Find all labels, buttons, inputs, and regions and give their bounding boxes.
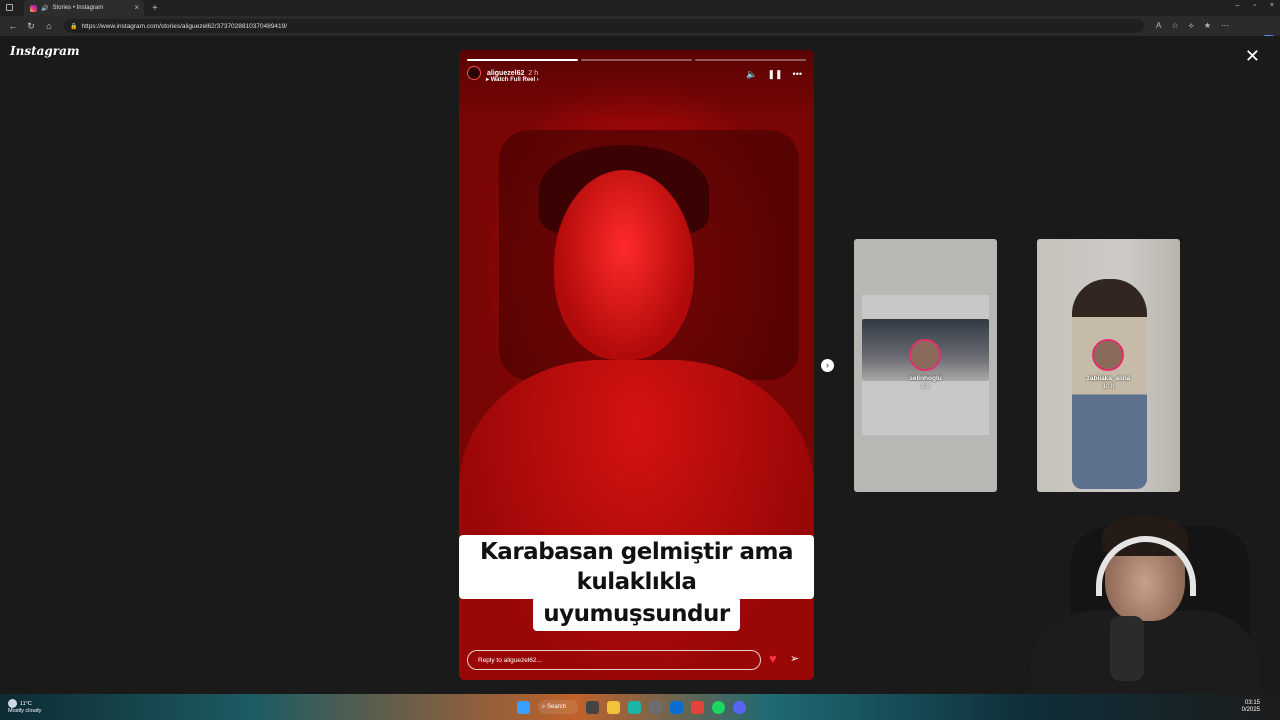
instagram-logo[interactable]: Instagram [10, 44, 80, 58]
tab-title: Stories • Instagram [52, 5, 104, 11]
url-text: https://www.instagram.com/stories/aligue… [81, 22, 288, 30]
read-aloud-icon[interactable]: A [1156, 21, 1161, 31]
speaker-icon[interactable]: 🔊 [41, 5, 48, 12]
more-options-icon[interactable]: ••• [793, 69, 802, 80]
watch-full-reel-link[interactable]: ▸ Watch Full Reel › [486, 76, 539, 83]
discord-icon[interactable] [733, 700, 746, 714]
maximize-button[interactable]: ▫ [1253, 2, 1255, 9]
back-icon[interactable]: ← [8, 21, 18, 31]
taskbar-search[interactable]: ⌕ Search [538, 700, 578, 714]
browser-actions: A ☆ ⟡ ★ ⋯ [1156, 21, 1229, 31]
chrome-icon[interactable] [691, 700, 704, 714]
spotify-icon[interactable] [712, 700, 725, 714]
weather-temp: 11°C [20, 700, 32, 707]
pause-icon[interactable]: ❚❚ [767, 69, 782, 80]
preview-time: 10 h [1102, 384, 1115, 390]
store-icon[interactable] [649, 700, 662, 714]
microphone-icon [1110, 616, 1144, 681]
minimize-button[interactable]: – [1236, 2, 1240, 9]
task-view-icon[interactable] [586, 700, 599, 714]
window-menu-icon[interactable] [6, 4, 13, 11]
story-progress [467, 59, 806, 61]
story-preview-2[interactable]: zabiiaka_alina 10 h [1037, 239, 1180, 492]
refresh-icon[interactable]: ↻ [26, 21, 36, 32]
story-preview-1[interactable]: selinhoglu 8 h [854, 239, 997, 492]
progress-segment [467, 59, 578, 61]
preview-username: zabiiaka_alina [1086, 375, 1131, 382]
url-input[interactable]: 🔒 https://www.instagram.com/stories/alig… [64, 19, 1144, 33]
edge-icon[interactable] [628, 700, 641, 714]
webcam-overlay [1010, 506, 1265, 696]
reply-input[interactable]: Reply to aliguezel62... [467, 650, 761, 670]
progress-fill [467, 59, 578, 61]
tab-stories-instagram[interactable]: 🔊 Stories • Instagram × [24, 0, 144, 16]
extensions-icon[interactable]: ⟡ [1189, 21, 1194, 31]
clock-time: 03:15 [1244, 700, 1260, 706]
file-explorer-icon[interactable] [607, 700, 620, 714]
avatar [909, 339, 941, 371]
cloud-icon [8, 699, 17, 708]
story-controls: 🔈 ❚❚ ••• [746, 69, 802, 80]
search-label: Search [547, 704, 567, 710]
caption-line-2: uyumuşsundur [533, 597, 740, 631]
avatar [1092, 339, 1124, 371]
story-image-face [554, 170, 694, 360]
taskbar-clock[interactable]: 03:15 0/2025 [1242, 700, 1260, 714]
close-window-button[interactable]: × [1270, 2, 1274, 9]
more-menu-icon[interactable]: ⋯ [1221, 21, 1229, 31]
story-viewer[interactable]: aliguezel62 2 h ▸ Watch Full Reel › 🔈 ❚❚… [459, 50, 814, 680]
address-bar-row: ← ↻ ⌂ 🔒 https://www.instagram.com/storie… [0, 16, 1280, 47]
story-caption: Karabasan gelmiştir ama kulaklıkla uyumu… [459, 535, 814, 631]
preview-time: 8 h [921, 384, 930, 390]
tab-close-icon[interactable]: × [134, 3, 139, 12]
favorite-star-icon[interactable]: ☆ [1171, 21, 1178, 31]
send-icon[interactable]: ➢ [790, 652, 799, 665]
instagram-favicon-icon [30, 4, 37, 12]
taskbar-apps: ⌕ Search [517, 700, 746, 714]
weather-widget[interactable]: 11°C Mostly cloudy [8, 699, 41, 715]
window-controls: – ▫ × [1236, 2, 1274, 9]
browser-tab-bar: 🔊 Stories • Instagram × + – ▫ × [0, 0, 1280, 16]
lock-icon[interactable]: 🔒 [70, 23, 77, 30]
new-tab-button[interactable]: + [152, 3, 158, 14]
clock-date: 0/2025 [1241, 707, 1260, 713]
next-story-arrow-icon[interactable]: › [821, 359, 834, 372]
stories-page: Instagram ✕ aliguezel62 2 h ▸ Watch Full… [0, 36, 1280, 696]
story-image-body [459, 360, 814, 680]
progress-segment [581, 59, 692, 61]
home-icon[interactable]: ⌂ [44, 21, 54, 31]
favorites-icon[interactable]: ★ [1204, 21, 1211, 31]
preview-username: selinhoglu [909, 375, 942, 382]
outlook-icon[interactable] [670, 700, 683, 714]
watch-reel-label: Watch Full Reel [490, 77, 536, 83]
avatar[interactable] [467, 66, 481, 80]
start-icon[interactable] [517, 700, 530, 714]
close-stories-button[interactable]: ✕ [1245, 46, 1260, 67]
webcam-body [1030, 611, 1260, 694]
weather-text: Mostly cloudy [8, 708, 42, 714]
mute-icon[interactable]: 🔈 [746, 69, 757, 80]
windows-taskbar: 11°C Mostly cloudy ⌕ Search 03:15 0/2025 [0, 694, 1280, 720]
caption-line-1: Karabasan gelmiştir ama kulaklıkla [459, 535, 814, 599]
heart-icon[interactable]: ♥ [769, 651, 777, 666]
progress-segment [695, 59, 806, 61]
